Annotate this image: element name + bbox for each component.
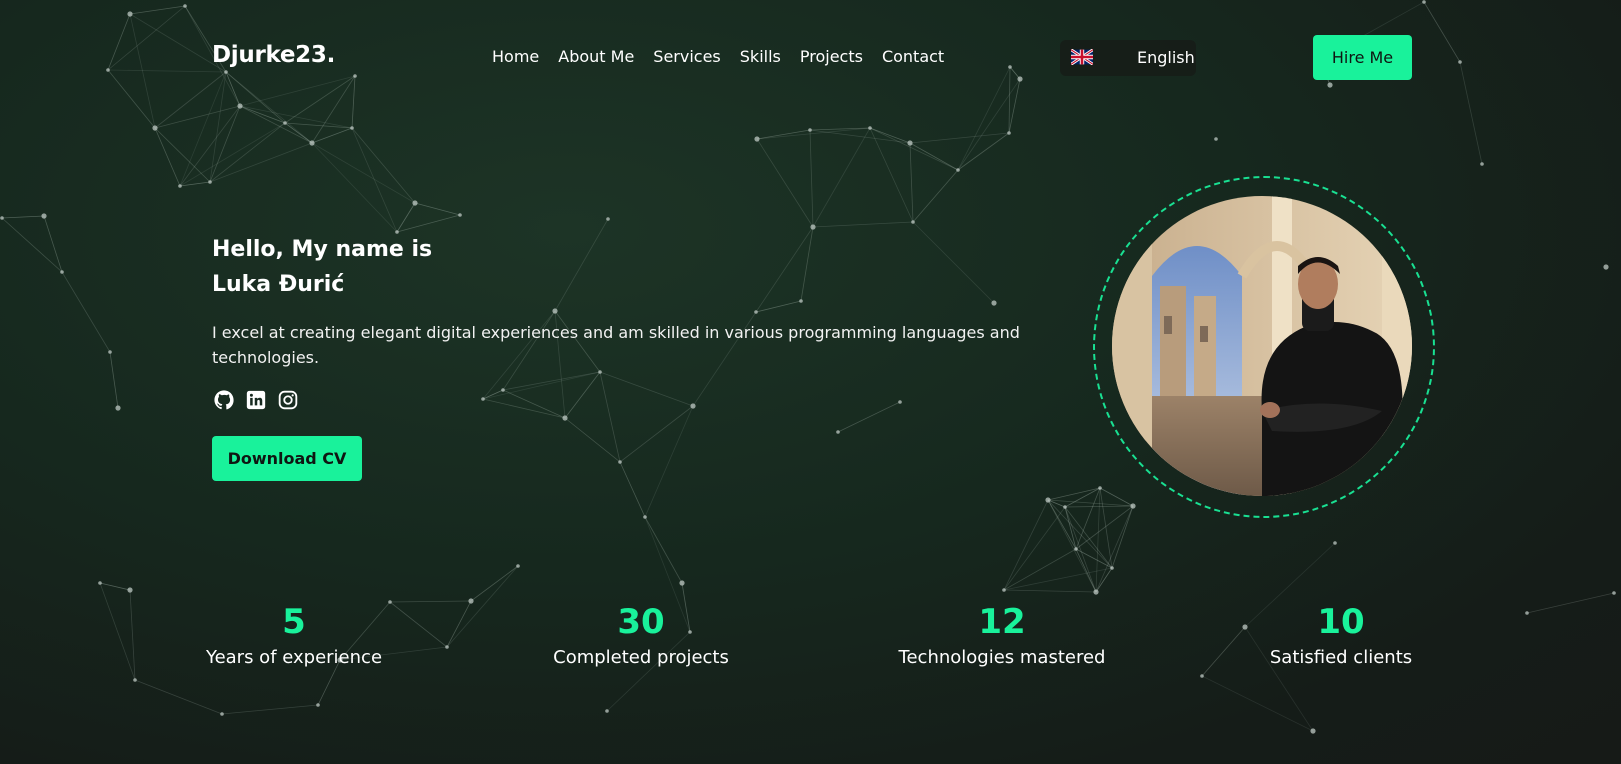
site-logo[interactable]: Djurke23. — [212, 42, 335, 68]
language-selector[interactable]: English — [1060, 40, 1196, 76]
download-cv-button[interactable]: Download CV — [212, 436, 362, 481]
nav-about-me[interactable]: About Me — [558, 47, 634, 66]
nav-projects[interactable]: Projects — [800, 47, 863, 66]
main-nav: Home About Me Services Skills Projects C… — [492, 47, 963, 66]
hero-intro: I excel at creating elegant digital expe… — [212, 323, 1020, 367]
hire-me-button[interactable]: Hire Me — [1313, 35, 1412, 80]
stat-label: Satisfied clients — [1269, 647, 1413, 668]
stat-value: 12 — [978, 602, 1026, 642]
github-icon[interactable] — [214, 390, 234, 410]
uk-flag-icon — [1071, 49, 1093, 65]
stat-label: Technologies mastered — [898, 647, 1106, 668]
stat-label: Completed projects — [553, 647, 729, 668]
social-links — [214, 390, 298, 410]
nav-home[interactable]: Home — [492, 47, 539, 66]
nav-contact[interactable]: Contact — [882, 47, 944, 66]
greeting-line: Hello, My name is — [212, 237, 433, 262]
nav-skills[interactable]: Skills — [740, 47, 781, 66]
stat-technologies: 12 Technologies mastered — [892, 600, 1112, 672]
stat-projects: 30 Completed projects — [541, 600, 741, 672]
name-line: Luka Đurić — [212, 272, 345, 297]
stat-value: 30 — [617, 602, 665, 642]
stat-experience: 5 Years of experience — [194, 600, 394, 672]
language-label: English — [1137, 48, 1195, 67]
linkedin-icon[interactable] — [246, 390, 266, 410]
stat-value: 10 — [1317, 602, 1365, 642]
hero-heading: Hello, My name is Luka Đurić — [212, 232, 432, 302]
stat-label: Years of experience — [205, 647, 383, 668]
stat-value: 5 — [282, 602, 306, 642]
profile-photo — [1112, 196, 1412, 496]
instagram-icon[interactable] — [278, 390, 298, 410]
nav-services[interactable]: Services — [653, 47, 720, 66]
stat-clients: 10 Satisfied clients — [1241, 600, 1441, 672]
